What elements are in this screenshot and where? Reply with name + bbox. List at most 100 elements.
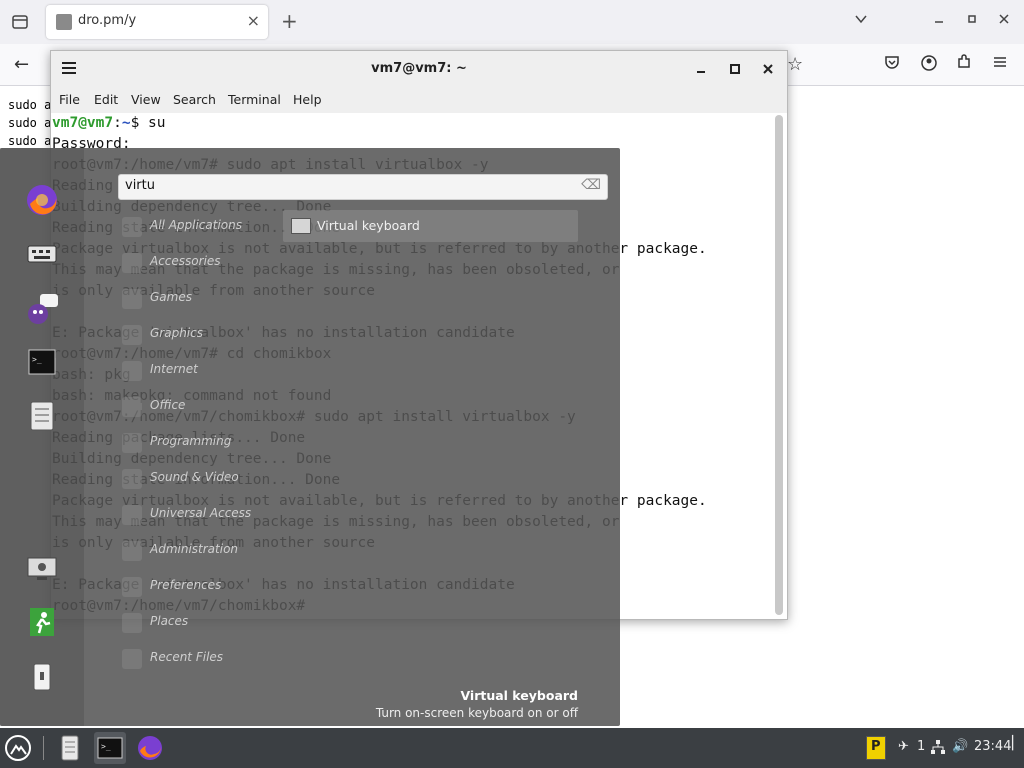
taskbar-file-manager-icon[interactable] <box>54 732 86 764</box>
search-input-value: virtu <box>125 178 155 193</box>
clipboard-tray-icon[interactable]: P <box>866 736 886 760</box>
pocket-icon[interactable] <box>884 54 900 75</box>
search-input[interactable]: virtu ⌫ <box>118 174 608 200</box>
places-icon <box>122 613 142 633</box>
account-icon[interactable] <box>920 54 938 77</box>
preferences-icon <box>122 577 142 597</box>
category-label: Preferences <box>150 578 222 592</box>
category-label: Administration <box>150 542 239 556</box>
tab-title: dro.pm/y <box>78 13 137 28</box>
tab-list-icon[interactable] <box>8 10 32 34</box>
category-label: Programming <box>150 434 232 448</box>
category-places[interactable]: Places <box>122 609 282 637</box>
terminal-close-icon[interactable] <box>762 63 774 79</box>
taskbar: >_ P ✈ 1 🔊 23:44 ▏ <box>0 728 1024 768</box>
browser-close-icon[interactable] <box>998 11 1010 30</box>
app-description-title: Virtual keyboard <box>460 688 578 703</box>
category-all-applications[interactable]: All Applications <box>122 213 282 241</box>
start-menu-icon[interactable] <box>2 732 34 764</box>
category-label: Graphics <box>150 326 203 340</box>
universal-access-icon <box>122 505 142 525</box>
menu-view[interactable]: View <box>131 92 161 107</box>
category-sound-video[interactable]: Sound & Video <box>122 465 282 493</box>
svg-text:>_: >_ <box>32 355 42 364</box>
clock[interactable]: 23:44 <box>974 739 1011 754</box>
app-description-text: Turn on-screen keyboard on or off <box>375 706 578 720</box>
hamburger-menu-icon[interactable] <box>992 54 1008 75</box>
lock-screen-icon[interactable] <box>22 656 76 710</box>
category-graphics[interactable]: Graphics <box>122 321 282 349</box>
category-games[interactable]: Games <box>122 285 282 313</box>
category-accessories[interactable]: Accessories <box>122 249 282 277</box>
svg-text:>_: >_ <box>101 742 111 751</box>
category-label: Sound & Video <box>150 470 239 484</box>
bookmark-star-icon[interactable]: ☆ <box>787 54 803 75</box>
category-label: All Applications <box>150 218 242 232</box>
menu-edit[interactable]: Edit <box>94 92 118 107</box>
network-icon[interactable] <box>930 739 946 759</box>
page-text-line: sudo a <box>8 134 52 148</box>
search-result-virtual-keyboard[interactable]: Virtual keyboard <box>283 210 578 242</box>
display-settings-icon[interactable] <box>22 548 76 602</box>
category-label: Universal Access <box>150 506 252 520</box>
accessories-icon <box>122 253 142 273</box>
graphics-icon <box>122 325 142 345</box>
category-administration[interactable]: Administration <box>122 537 282 565</box>
taskbar-separator <box>43 736 44 760</box>
notification-count: 1 <box>917 739 926 754</box>
administration-icon <box>122 541 142 561</box>
browser-tab[interactable]: dro.pm/y × <box>46 5 268 39</box>
keyboard-settings-icon[interactable] <box>22 234 76 288</box>
terminal-title: vm7@vm7: ~ <box>371 61 467 76</box>
log-out-icon[interactable] <box>22 602 76 656</box>
category-label: Internet <box>150 362 198 376</box>
file-manager-icon[interactable] <box>22 396 76 450</box>
category-label: Places <box>150 614 189 628</box>
extensions-icon[interactable] <box>956 54 972 75</box>
terminal-scrollbar[interactable] <box>775 115 783 615</box>
show-desktop-button[interactable]: ▏ <box>1012 736 1022 751</box>
terminal-line: vm7@vm7:~$ su <box>52 115 166 131</box>
menu-help[interactable]: Help <box>293 92 322 107</box>
category-recent-files[interactable]: Recent Files <box>122 645 282 673</box>
sound-video-icon <box>122 469 142 489</box>
recent-files-icon <box>122 649 142 669</box>
category-programming[interactable]: Programming <box>122 429 282 457</box>
notification-tray-icon[interactable]: ✈ <box>898 739 909 754</box>
programming-icon <box>122 433 142 453</box>
menu-file[interactable]: File <box>59 92 80 107</box>
category-preferences[interactable]: Preferences <box>122 573 282 601</box>
terminal-minimize-icon[interactable] <box>695 63 707 79</box>
category-universal-access[interactable]: Universal Access <box>122 501 282 529</box>
page-text-line: sudo a <box>8 98 52 112</box>
category-office[interactable]: Office <box>122 393 282 421</box>
firefox-icon[interactable] <box>22 180 76 234</box>
back-arrow-icon[interactable]: ← <box>14 54 29 75</box>
menu-terminal[interactable]: Terminal <box>228 92 281 107</box>
terminal-app-icon[interactable]: >_ <box>22 342 76 396</box>
pidgin-chat-icon[interactable] <box>22 288 76 342</box>
browser-maximize-icon[interactable] <box>966 11 978 30</box>
terminal-maximize-icon[interactable] <box>729 63 741 79</box>
all-applications-icon <box>122 217 142 237</box>
keyboard-icon <box>291 218 311 234</box>
category-label: Accessories <box>150 254 221 268</box>
menu-search[interactable]: Search <box>173 92 216 107</box>
tab-close-icon[interactable]: × <box>247 11 260 30</box>
category-internet[interactable]: Internet <box>122 357 282 385</box>
taskbar-terminal-icon[interactable]: >_ <box>94 732 126 764</box>
volume-icon[interactable]: 🔊 <box>952 739 968 754</box>
chevron-down-icon[interactable] <box>854 11 868 30</box>
category-label: Recent Files <box>150 650 224 664</box>
internet-icon <box>122 361 142 381</box>
taskbar-firefox-icon[interactable] <box>134 732 166 764</box>
games-icon <box>122 289 142 309</box>
new-tab-button[interactable]: + <box>281 9 298 33</box>
search-clear-icon[interactable]: ⌫ <box>581 177 601 193</box>
browser-minimize-icon[interactable] <box>933 11 945 30</box>
category-label: Games <box>150 290 192 304</box>
terminal-titlebar[interactable]: vm7@vm7: ~ <box>51 51 787 88</box>
terminal-menubar: File Edit View Search Terminal Help <box>51 87 787 113</box>
favorites-column: >_ <box>0 148 84 726</box>
browser-tab-bar: dro.pm/y × + <box>0 0 1024 44</box>
